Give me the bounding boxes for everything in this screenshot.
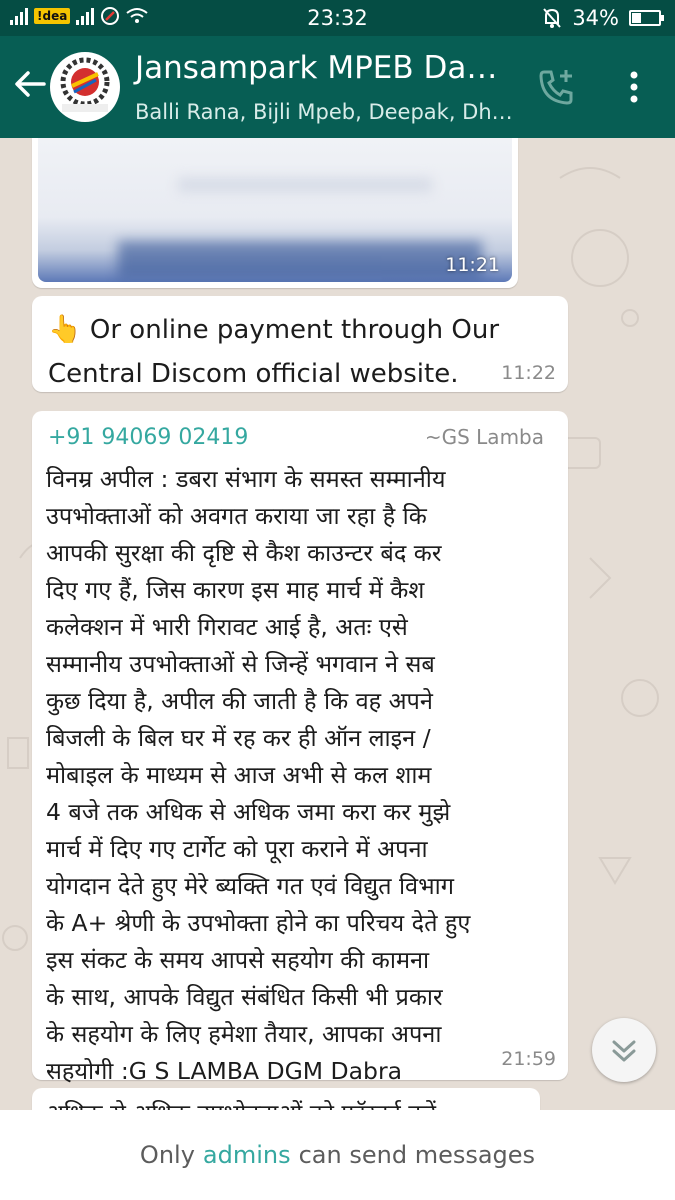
notice-prefix: Only	[139, 1141, 195, 1169]
pointing-up-emoji-icon: 👆	[48, 314, 82, 345]
more-vert-icon[interactable]	[620, 66, 648, 110]
status-right: 34%	[542, 6, 664, 30]
message-body: विनम्र अपील : डबरा संभाग के समस्त सम्मान…	[46, 465, 471, 1085]
message-time: 11:22	[501, 362, 556, 384]
message-time: 11:21	[445, 254, 500, 276]
back-arrow-icon[interactable]	[12, 66, 48, 102]
message-line-1: Or online payment through Our	[89, 315, 500, 345]
image-message[interactable]: 11:21	[32, 138, 518, 288]
text-message[interactable]: अधिक से अधिक उपभोक्ताओं को फॉरवर्ड करें	[32, 1088, 540, 1110]
add-call-icon[interactable]	[534, 66, 578, 110]
mute-bell-icon	[543, 8, 562, 28]
battery-fill	[632, 13, 641, 23]
text-message[interactable]: +91 94069 02419 ~GS Lamba विनम्र अपील : …	[32, 411, 568, 1085]
group-members[interactable]: Balli Rana, Bijli Mpeb, Deepak, Dh…	[135, 100, 513, 124]
battery-icon	[629, 10, 664, 26]
sender-phone[interactable]: +91 94069 02419	[48, 425, 248, 450]
chat-area[interactable]: 11:21 👆 Or online payment through Our Ce…	[0, 138, 675, 1110]
notice-suffix: can send messages	[298, 1141, 536, 1169]
message-text: अधिक से अधिक उपभोक्ताओं को फॉरवर्ड करें	[46, 1096, 436, 1110]
group-title[interactable]: Jansampark MPEB Da…	[135, 50, 497, 86]
mpeb-logo-icon	[52, 54, 118, 120]
double-chevron-down-icon	[612, 1040, 636, 1062]
status-bar: !dea 23:32 34%	[0, 0, 675, 36]
text-message[interactable]: 👆 Or online payment through Our Central …	[32, 296, 568, 392]
blurred-image	[38, 138, 512, 282]
chat-header: Jansampark MPEB Da… Balli Rana, Bijli Mp…	[0, 36, 675, 138]
sender-name: ~GS Lamba	[424, 425, 544, 449]
scroll-to-bottom-button[interactable]	[592, 1018, 656, 1082]
battery-percent: 34%	[572, 6, 619, 30]
message-line-2: Central Discom official website.	[48, 359, 459, 389]
message-time: 21:59	[501, 1048, 556, 1070]
group-avatar[interactable]	[50, 52, 120, 122]
message-text: 👆 Or online payment through Our Central …	[48, 308, 499, 396]
admins-link[interactable]: admins	[203, 1141, 291, 1169]
admins-only-notice: Only admins can send messages	[0, 1110, 675, 1200]
